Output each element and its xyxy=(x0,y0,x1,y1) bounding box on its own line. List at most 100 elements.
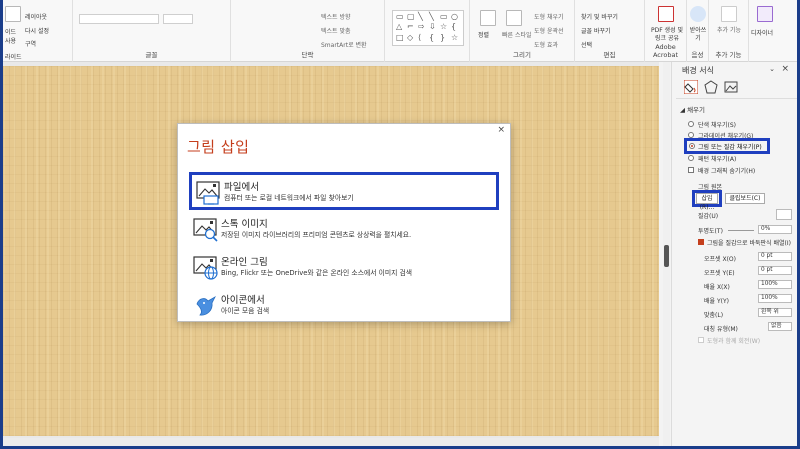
drawing-group-label: 그리기 xyxy=(513,51,531,59)
layout-button[interactable]: 레이아웃 xyxy=(25,12,47,21)
font-group-label: 글꼴 xyxy=(145,51,158,59)
offset-x-input[interactable]: 0 pt xyxy=(758,252,792,261)
offset-y-label: 오프셋 Y(E) xyxy=(704,270,735,277)
option-desc: 저장된 이미지 라이브러리의 프리미엄 콘텐츠로 상상력을 펼치세요. xyxy=(221,231,412,239)
vertical-scrollbar[interactable] xyxy=(663,62,670,446)
font-name-combo[interactable] xyxy=(79,14,159,24)
pentagon-effects-icon[interactable] xyxy=(704,80,718,94)
chevron-down-icon[interactable]: ⌄ xyxy=(769,65,775,73)
alignment-dropdown[interactable]: 왼쪽 위 xyxy=(758,308,792,317)
new-slide-icon[interactable] xyxy=(5,6,21,22)
powerpoint-window: 이드 사용 라이드 레이아웃 다시 설정 구역 글꼴 텍스트 방향 텍스트 맞춤… xyxy=(3,0,797,446)
hide-graphics-checkbox[interactable] xyxy=(688,167,694,173)
paragraph-group-label: 단락 xyxy=(301,51,314,59)
designer-button[interactable]: 디자이너 xyxy=(751,28,773,37)
scale-x-input[interactable]: 100% xyxy=(758,280,792,289)
option-desc: 아이콘 모음 검색 xyxy=(221,307,270,315)
editing-group-label: 편집 xyxy=(603,51,616,59)
dictate-button[interactable]: 받아쓰기 xyxy=(687,27,709,43)
divider xyxy=(676,98,797,99)
shape-effects-button[interactable]: 도형 효과 xyxy=(534,40,558,49)
arrange-button[interactable]: 정렬 xyxy=(478,30,489,39)
fill-section-label: 채우기 xyxy=(687,106,706,114)
close-icon[interactable]: × xyxy=(781,64,789,74)
ribbon-group-voice: 받아쓰기 음성 xyxy=(687,0,709,62)
option-desc: 컴퓨터 또는 로컬 네트워크에서 파일 찾아보기 xyxy=(224,194,354,202)
quick-styles-button[interactable]: 빠른 스타일 xyxy=(502,30,532,39)
shape-outline-button[interactable]: 도형 윤곽선 xyxy=(534,26,564,35)
select-button[interactable]: 선택 xyxy=(581,40,592,49)
convert-smartart-button[interactable]: SmartArt로 변환 xyxy=(321,40,367,49)
option-title: 스톡 이미지 xyxy=(221,219,268,230)
dialog-title: 그림 삽입 xyxy=(187,138,250,156)
insert-picture-dialog: × 그림 삽입 파일에서 컴퓨터 또는 로컬 네트워크에서 파일 찾아보기 스톡… xyxy=(177,123,511,322)
scale-y-label: 배율 Y(Y) xyxy=(704,298,729,305)
option-title: 파일에서 xyxy=(224,182,259,193)
shapes-gallery[interactable]: ▭ ▢ ╲ ╲ ▭ ○ △ ⌐ ⇨ ⇩ ☆{ □ ◇ ⟨{} ☆ xyxy=(392,10,464,46)
ribbon-group-adobe: PDF 생성 및 링크 공유 Adobe Acrobat xyxy=(645,0,687,62)
tile-picture-checkbox[interactable] xyxy=(698,239,704,245)
alignment-label: 맞춤(L) xyxy=(704,312,724,319)
pdf-icon[interactable] xyxy=(658,6,674,22)
align-text-button[interactable]: 텍스트 맞춤 xyxy=(321,26,351,35)
arrange-icon[interactable] xyxy=(480,10,496,26)
online-pictures-icon xyxy=(193,256,218,280)
transparency-label: 투명도(T) xyxy=(698,228,723,235)
fill-bucket-icon[interactable] xyxy=(684,80,698,94)
ribbon-group-font: 글꼴 xyxy=(73,0,231,62)
ribbon-group-designer: 디자이너 xyxy=(749,0,781,62)
close-icon[interactable]: × xyxy=(497,125,505,135)
option-stock-images[interactable]: 스톡 이미지 저장된 이미지 라이브러리의 프리미엄 콘텐츠로 상상력을 펼치세… xyxy=(189,212,499,250)
reuse-label: 사용 xyxy=(5,38,17,45)
horizontal-scrollbar[interactable] xyxy=(3,438,659,446)
clipboard-button[interactable]: 클립보드(C) xyxy=(725,193,765,204)
fill-section-header[interactable]: ◢ 채우기 xyxy=(680,104,705,114)
option-title: 온라인 그림 xyxy=(221,257,268,268)
option-title: 아이콘에서 xyxy=(221,295,265,306)
format-background-pane: 배경 서식 ⌄ × ◢ 채우기 단색 채우기(S) 그라데이션 채우기(G) 그… xyxy=(671,62,797,446)
reset-button[interactable]: 다시 설정 xyxy=(25,26,49,35)
microphone-icon[interactable] xyxy=(690,6,706,22)
find-replace-button[interactable]: 찾기 및 바꾸기 xyxy=(581,12,618,21)
picture-from-file-icon xyxy=(196,181,220,205)
adobe-group-label: Adobe Acrobat xyxy=(652,43,679,59)
designer-icon[interactable] xyxy=(757,6,773,22)
option-from-file[interactable]: 파일에서 컴퓨터 또는 로컬 네트워크에서 파일 찾아보기 xyxy=(189,172,499,210)
text-direction-button[interactable]: 텍스트 방향 xyxy=(321,12,351,21)
addins-button[interactable]: 추가 기능 xyxy=(713,27,745,35)
transparency-input[interactable]: 0% xyxy=(758,225,792,234)
hide-graphics-label: 배경 그래픽 숨기기(H) xyxy=(698,168,756,175)
quick-styles-icon[interactable] xyxy=(506,10,522,26)
scroll-thumb[interactable] xyxy=(664,245,669,267)
font-size-combo[interactable] xyxy=(163,14,193,24)
pane-tabs xyxy=(684,80,744,96)
tile-picture-label: 그림을 질감으로 바둑판식 배열(I) xyxy=(707,240,791,247)
ribbon: 이드 사용 라이드 레이아웃 다시 설정 구역 글꼴 텍스트 방향 텍스트 맞춤… xyxy=(3,0,797,62)
insert-button[interactable]: 삽입(R)... xyxy=(696,193,718,211)
slides-group-label: 라이드 xyxy=(5,54,22,61)
texture-dropdown[interactable] xyxy=(776,209,792,220)
picture-icon[interactable] xyxy=(724,80,738,94)
shape-fill-button[interactable]: 도형 채우기 xyxy=(534,12,564,21)
addins-icon[interactable] xyxy=(721,6,737,22)
ribbon-group-paragraph: 텍스트 방향 텍스트 맞춤 SmartArt로 변환 단락 xyxy=(231,0,385,62)
mirror-type-dropdown[interactable]: 없음 xyxy=(768,322,792,331)
transparency-slider[interactable] xyxy=(728,230,754,231)
offset-y-input[interactable]: 0 pt xyxy=(758,266,792,275)
pdf-create-button[interactable]: PDF 생성 및 링크 공유 xyxy=(649,27,685,43)
voice-group-label: 음성 xyxy=(691,51,704,59)
section-button[interactable]: 구역 xyxy=(25,39,36,48)
icons-bird-icon xyxy=(196,295,216,316)
option-icons[interactable]: 아이콘에서 아이콘 모음 검색 xyxy=(189,288,499,326)
option-online-pictures[interactable]: 온라인 그림 Bing, Flickr 또는 OneDrive와 같은 온라인 … xyxy=(189,250,499,288)
pattern-fill-radio[interactable] xyxy=(688,155,694,161)
ribbon-group-addins: 추가 기능 추가 기능 xyxy=(709,0,749,62)
font-format-row[interactable] xyxy=(79,30,219,40)
rotate-with-shape-checkbox[interactable] xyxy=(698,337,704,343)
scale-y-input[interactable]: 100% xyxy=(758,294,792,303)
picture-fill-radio[interactable] xyxy=(689,143,695,149)
ribbon-group-editing: 찾기 및 바꾸기 글꼴 바꾸기 선택 편집 xyxy=(575,0,645,62)
solid-fill-radio[interactable] xyxy=(688,121,694,127)
solid-fill-label: 단색 채우기(S) xyxy=(698,122,736,129)
replace-fonts-button[interactable]: 글꼴 바꾸기 xyxy=(581,26,611,35)
